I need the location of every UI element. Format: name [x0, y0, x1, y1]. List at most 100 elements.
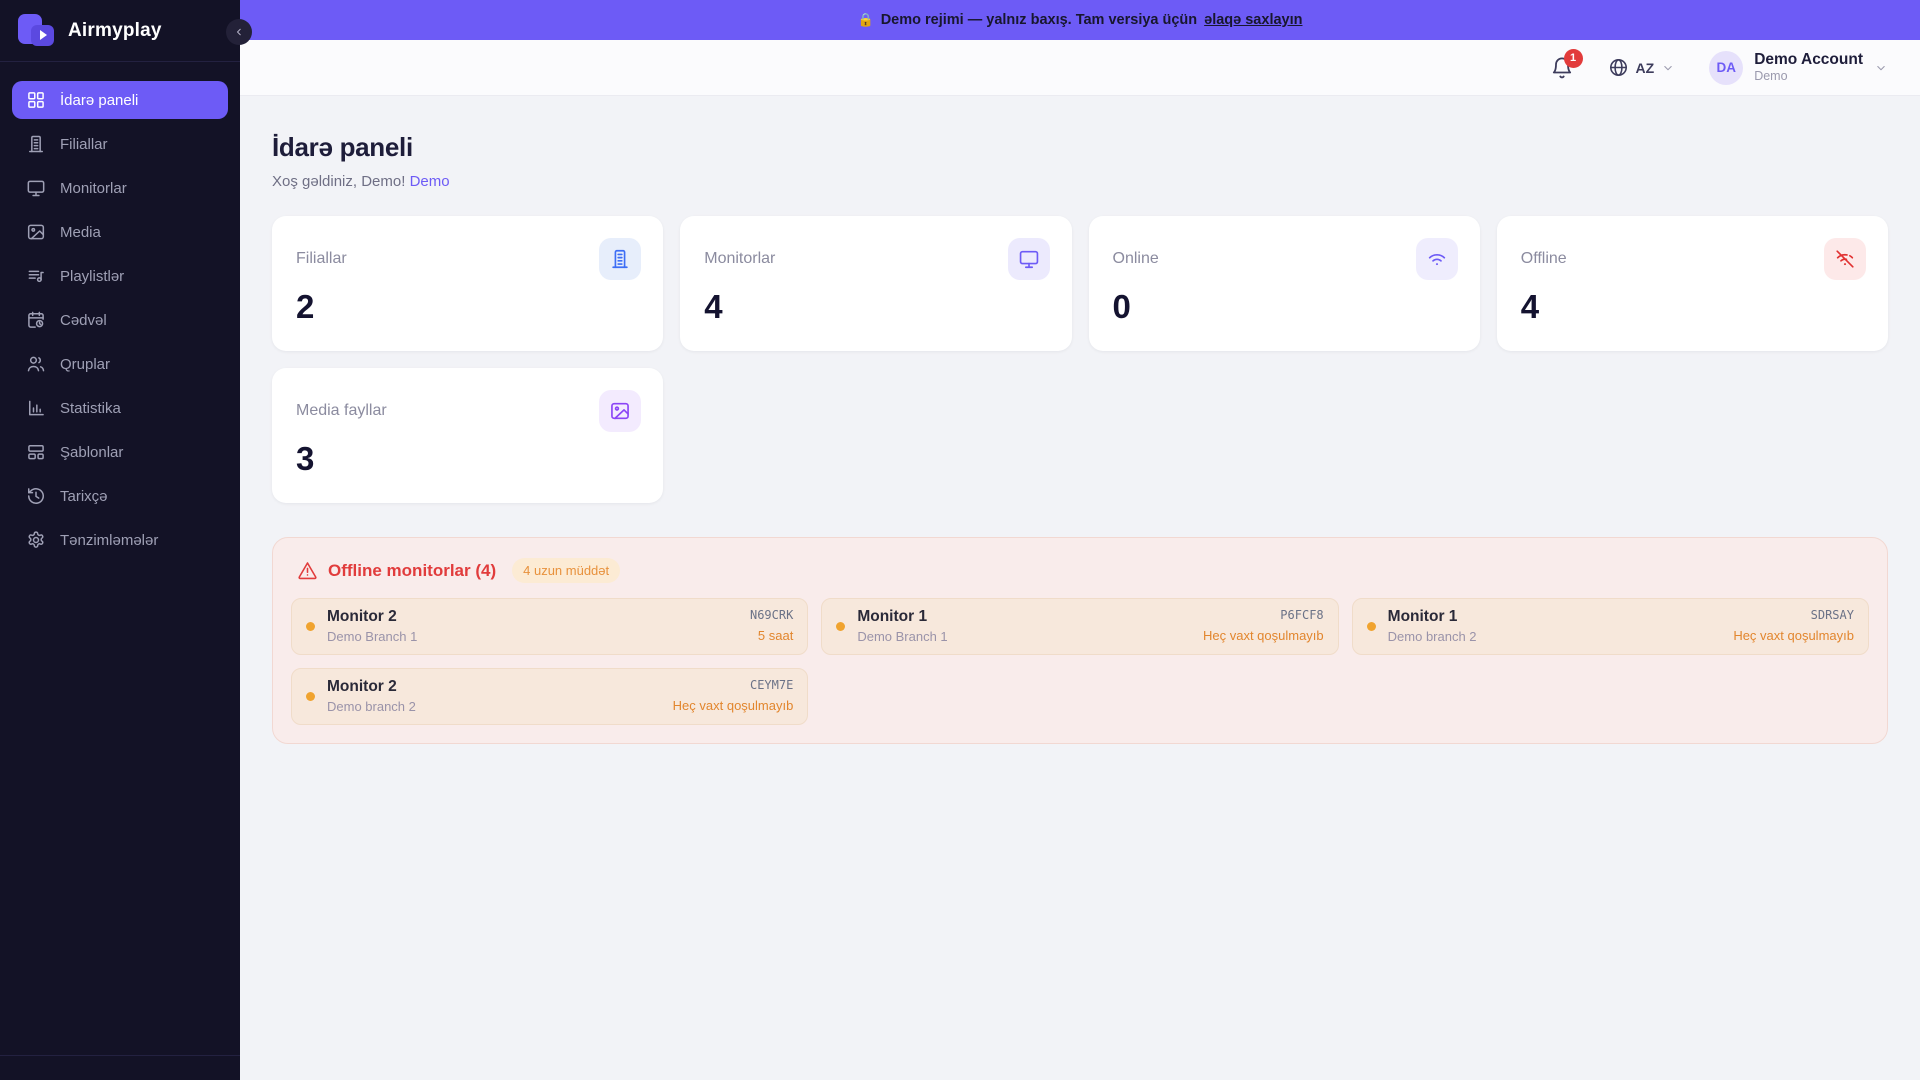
- status-dot-icon: [306, 692, 315, 701]
- notifications-button[interactable]: 1: [1550, 48, 1583, 80]
- chevron-left-icon: [233, 26, 245, 38]
- contact-link[interactable]: əlaqə saxlayın: [1204, 12, 1302, 28]
- chart-icon: [26, 398, 46, 418]
- page-title: İdarə paneli: [272, 132, 413, 162]
- stat-value: 4: [1520, 288, 1540, 325]
- stat-card: Offline 4: [1496, 216, 1888, 351]
- sidebar-item-label: Monitorlar: [60, 179, 127, 197]
- users-icon: [26, 354, 46, 374]
- monitor-card[interactable]: Monitor 2 Demo branch 2 CEYM7E Heç vaxt …: [291, 668, 809, 725]
- stat-value: 2: [296, 288, 315, 325]
- airmyplay-logo-icon: [18, 12, 56, 50]
- sidebar-item[interactable]: Filiallar: [12, 125, 228, 163]
- stat-label: Filiallar: [296, 250, 347, 267]
- image-icon: [26, 222, 46, 242]
- language-code: AZ: [1635, 59, 1655, 76]
- monitor-card[interactable]: Monitor 1 Demo Branch 1 P6FCF8 Heç vaxt …: [821, 598, 1339, 655]
- stat-card: Filiallar 2: [272, 216, 664, 351]
- sidebar-item-label: Playlistlər: [60, 267, 125, 285]
- sidebar-item[interactable]: Playlistlər: [12, 257, 228, 295]
- sidebar-item[interactable]: Monitorlar: [12, 169, 228, 207]
- avatar: DA: [1709, 50, 1744, 85]
- sidebar-item[interactable]: Statistika: [12, 389, 228, 427]
- monitor-branch: Demo Branch 1: [327, 628, 418, 644]
- sidebar-header: Airmyplay: [0, 0, 240, 62]
- dashboard-icon: [26, 90, 46, 110]
- main-content: İdarə paneli Xoş gəldiniz, Demo! Demo Fi…: [240, 0, 1920, 744]
- monitor-name: Monitor 1: [857, 608, 928, 626]
- monitor-code: P6FCF8: [1280, 608, 1324, 623]
- stat-value: 4: [704, 288, 723, 325]
- sidebar-item[interactable]: Qruplar: [12, 345, 228, 383]
- sidebar-item[interactable]: İdarə paneli: [12, 81, 228, 119]
- building-icon: [599, 238, 642, 280]
- language-selector[interactable]: AZ: [1608, 57, 1676, 78]
- sidebar-item[interactable]: Şablonlar: [12, 433, 228, 471]
- notification-badge: 1: [1563, 48, 1583, 68]
- sidebar-item-label: Tarixçə: [60, 487, 108, 505]
- sidebar-item-label: Şablonlar: [60, 443, 124, 461]
- demo-banner: 🔒 Demo rejimi — yalnız baxış. Tam versiy…: [240, 0, 1920, 40]
- sidebar-item[interactable]: Tənzimləmələr: [12, 521, 228, 559]
- monitor-status: 5 saat: [757, 627, 794, 643]
- monitor-code: CEYM7E: [749, 678, 794, 693]
- stat-label: Offline: [1520, 250, 1567, 267]
- account-role: Demo: [1754, 69, 1788, 84]
- wifi-off-icon: [1824, 238, 1866, 280]
- account-menu[interactable]: DA Demo Account Demo: [1709, 50, 1888, 85]
- building-icon: [26, 134, 46, 154]
- monitor-status: Heç vaxt qoşulmayıb: [672, 697, 794, 713]
- monitor-name: Monitor 2: [327, 608, 397, 626]
- sidebar-item[interactable]: Tarixçə: [12, 477, 228, 515]
- sidebar-nav: İdarə paneli Filiallar Monitorlar Media …: [0, 62, 240, 578]
- sidebar-item-label: Tənzimləmələr: [60, 531, 159, 549]
- sidebar-item-label: Cədvəl: [60, 311, 107, 329]
- stat-value: 3: [296, 440, 315, 477]
- brand-name: Airmyplay: [68, 19, 162, 41]
- stat-card: Monitorlar 4: [680, 216, 1072, 351]
- warning-icon: [297, 560, 318, 581]
- monitors-grid: Monitor 2 Demo Branch 1 N69CRK 5 saat Mo…: [291, 598, 1869, 725]
- sidebar-item[interactable]: Media: [12, 213, 228, 251]
- gear-icon: [26, 530, 46, 550]
- monitor-status: Heç vaxt qoşulmayıb: [1733, 627, 1854, 643]
- monitor-branch: Demo branch 2: [1387, 628, 1477, 644]
- monitor-code: N69CRK: [749, 608, 794, 623]
- stats-grid: Filiallar 2 Monitorlar 4 Online 0 Offlin…: [272, 216, 1888, 503]
- stat-card: Online 0: [1088, 216, 1480, 351]
- stat-label: Online: [1112, 250, 1159, 267]
- sidebar: Airmyplay İdarə paneli Filiallar Monitor…: [0, 0, 240, 1080]
- welcome-demo-link[interactable]: Demo: [410, 173, 450, 190]
- sidebar-collapse-button[interactable]: [226, 19, 252, 45]
- calendar-icon: [26, 310, 46, 330]
- stat-label: Media fayllar: [296, 402, 387, 419]
- sidebar-item-label: Statistika: [60, 399, 121, 417]
- monitor-name: Monitor 1: [1387, 608, 1458, 626]
- monitor-card[interactable]: Monitor 2 Demo Branch 1 N69CRK 5 saat: [291, 598, 809, 655]
- offline-section-header: Offline monitorlar (4) 4 uzun müddət: [291, 558, 1869, 583]
- sidebar-item-label: Filiallar: [60, 135, 108, 153]
- lock-icon: 🔒: [857, 12, 874, 27]
- history-icon: [26, 486, 46, 506]
- welcome-text: Xoş gəldiniz, Demo! Demo: [272, 173, 450, 190]
- monitor-code: SDRSAY: [1810, 608, 1854, 623]
- stat-card: Media fayllar 3: [272, 368, 664, 503]
- sidebar-item-label: Qruplar: [60, 355, 111, 373]
- status-dot-icon: [836, 622, 846, 631]
- monitor-icon: [26, 178, 46, 198]
- sidebar-item-label: İdarə paneli: [60, 91, 139, 109]
- monitor-icon: [1007, 238, 1050, 280]
- monitor-card[interactable]: Monitor 1 Demo branch 2 SDRSAY Heç vaxt …: [1351, 598, 1869, 655]
- topbar: 1 AZ DA Demo Account Demo: [240, 40, 1920, 96]
- sidebar-item-label: Media: [60, 223, 101, 241]
- status-dot-icon: [306, 622, 315, 631]
- monitor-name: Monitor 2: [327, 678, 397, 696]
- sidebar-item[interactable]: Cədvəl: [12, 301, 228, 339]
- banner-text: Demo rejimi — yalnız baxış. Tam versiya …: [880, 12, 1198, 28]
- globe-icon: [1608, 57, 1629, 78]
- layout-icon: [26, 442, 46, 462]
- chevron-down-icon: [1661, 61, 1675, 75]
- offline-duration-badge: 4 uzun müddət: [512, 558, 621, 583]
- account-name: Demo Account: [1754, 50, 1863, 68]
- offline-section-title: Offline monitorlar (4): [328, 560, 497, 580]
